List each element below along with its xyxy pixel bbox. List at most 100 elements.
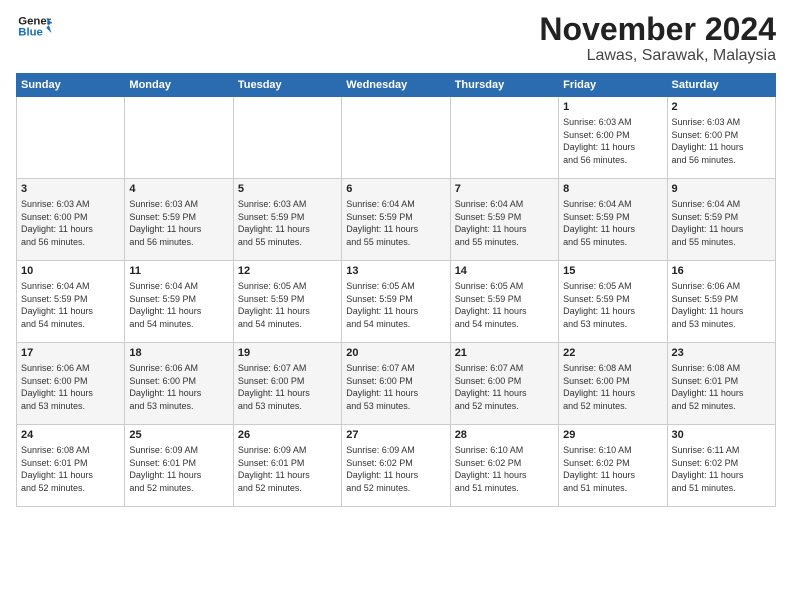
calendar-cell: 19Sunrise: 6:07 AM Sunset: 6:00 PM Dayli…: [233, 343, 341, 425]
calendar-cell: 5Sunrise: 6:03 AM Sunset: 5:59 PM Daylig…: [233, 179, 341, 261]
calendar-cell: 7Sunrise: 6:04 AM Sunset: 5:59 PM Daylig…: [450, 179, 558, 261]
svg-text:Blue: Blue: [18, 27, 43, 39]
day-number: 27: [346, 428, 445, 443]
calendar-cell: 30Sunrise: 6:11 AM Sunset: 6:02 PM Dayli…: [667, 425, 775, 507]
week-row-2: 3Sunrise: 6:03 AM Sunset: 6:00 PM Daylig…: [17, 179, 776, 261]
day-info: Sunrise: 6:05 AM Sunset: 5:59 PM Dayligh…: [238, 280, 337, 330]
day-info: Sunrise: 6:09 AM Sunset: 6:02 PM Dayligh…: [346, 444, 445, 494]
calendar-cell: 21Sunrise: 6:07 AM Sunset: 6:00 PM Dayli…: [450, 343, 558, 425]
week-row-3: 10Sunrise: 6:04 AM Sunset: 5:59 PM Dayli…: [17, 261, 776, 343]
day-number: 19: [238, 346, 337, 361]
calendar-cell: 16Sunrise: 6:06 AM Sunset: 5:59 PM Dayli…: [667, 261, 775, 343]
week-row-1: 1Sunrise: 6:03 AM Sunset: 6:00 PM Daylig…: [17, 97, 776, 179]
day-info: Sunrise: 6:07 AM Sunset: 6:00 PM Dayligh…: [346, 362, 445, 412]
day-info: Sunrise: 6:04 AM Sunset: 5:59 PM Dayligh…: [672, 198, 771, 248]
calendar-cell: 23Sunrise: 6:08 AM Sunset: 6:01 PM Dayli…: [667, 343, 775, 425]
calendar-cell: 11Sunrise: 6:04 AM Sunset: 5:59 PM Dayli…: [125, 261, 233, 343]
weekday-header-wednesday: Wednesday: [342, 74, 450, 97]
calendar-cell: 15Sunrise: 6:05 AM Sunset: 5:59 PM Dayli…: [559, 261, 667, 343]
weekday-header-sunday: Sunday: [17, 74, 125, 97]
day-number: 21: [455, 346, 554, 361]
calendar-cell: 28Sunrise: 6:10 AM Sunset: 6:02 PM Dayli…: [450, 425, 558, 507]
day-info: Sunrise: 6:06 AM Sunset: 5:59 PM Dayligh…: [672, 280, 771, 330]
day-number: 11: [129, 264, 228, 279]
calendar-cell: 26Sunrise: 6:09 AM Sunset: 6:01 PM Dayli…: [233, 425, 341, 507]
day-number: 16: [672, 264, 771, 279]
day-number: 1: [563, 100, 662, 115]
day-number: 4: [129, 182, 228, 197]
day-number: 23: [672, 346, 771, 361]
day-number: 22: [563, 346, 662, 361]
calendar-cell: 17Sunrise: 6:06 AM Sunset: 6:00 PM Dayli…: [17, 343, 125, 425]
day-number: 12: [238, 264, 337, 279]
week-row-4: 17Sunrise: 6:06 AM Sunset: 6:00 PM Dayli…: [17, 343, 776, 425]
calendar-cell: [342, 97, 450, 179]
calendar-cell: [17, 97, 125, 179]
calendar-cell: 3Sunrise: 6:03 AM Sunset: 6:00 PM Daylig…: [17, 179, 125, 261]
day-number: 30: [672, 428, 771, 443]
day-info: Sunrise: 6:10 AM Sunset: 6:02 PM Dayligh…: [563, 444, 662, 494]
calendar-table: SundayMondayTuesdayWednesdayThursdayFrid…: [16, 73, 776, 507]
day-info: Sunrise: 6:08 AM Sunset: 6:01 PM Dayligh…: [21, 444, 120, 494]
calendar-cell: [233, 97, 341, 179]
weekday-header-monday: Monday: [125, 74, 233, 97]
day-info: Sunrise: 6:08 AM Sunset: 6:01 PM Dayligh…: [672, 362, 771, 412]
day-info: Sunrise: 6:03 AM Sunset: 6:00 PM Dayligh…: [563, 116, 662, 166]
calendar-cell: 1Sunrise: 6:03 AM Sunset: 6:00 PM Daylig…: [559, 97, 667, 179]
day-number: 28: [455, 428, 554, 443]
day-info: Sunrise: 6:04 AM Sunset: 5:59 PM Dayligh…: [129, 280, 228, 330]
calendar-cell: 25Sunrise: 6:09 AM Sunset: 6:01 PM Dayli…: [125, 425, 233, 507]
svg-text:General: General: [18, 15, 52, 27]
day-info: Sunrise: 6:10 AM Sunset: 6:02 PM Dayligh…: [455, 444, 554, 494]
calendar-cell: 18Sunrise: 6:06 AM Sunset: 6:00 PM Dayli…: [125, 343, 233, 425]
title-block: November 2024 Lawas, Sarawak, Malaysia: [539, 12, 776, 65]
calendar-cell: 8Sunrise: 6:04 AM Sunset: 5:59 PM Daylig…: [559, 179, 667, 261]
day-info: Sunrise: 6:07 AM Sunset: 6:00 PM Dayligh…: [455, 362, 554, 412]
page-container: General Blue November 2024 Lawas, Sarawa…: [0, 0, 792, 515]
day-info: Sunrise: 6:04 AM Sunset: 5:59 PM Dayligh…: [455, 198, 554, 248]
day-number: 9: [672, 182, 771, 197]
weekday-header-tuesday: Tuesday: [233, 74, 341, 97]
day-info: Sunrise: 6:03 AM Sunset: 5:59 PM Dayligh…: [129, 198, 228, 248]
calendar-cell: 4Sunrise: 6:03 AM Sunset: 5:59 PM Daylig…: [125, 179, 233, 261]
calendar-cell: 6Sunrise: 6:04 AM Sunset: 5:59 PM Daylig…: [342, 179, 450, 261]
calendar-cell: 29Sunrise: 6:10 AM Sunset: 6:02 PM Dayli…: [559, 425, 667, 507]
location-title: Lawas, Sarawak, Malaysia: [539, 47, 776, 65]
day-number: 2: [672, 100, 771, 115]
month-title: November 2024: [539, 12, 776, 47]
week-row-5: 24Sunrise: 6:08 AM Sunset: 6:01 PM Dayli…: [17, 425, 776, 507]
calendar-cell: 24Sunrise: 6:08 AM Sunset: 6:01 PM Dayli…: [17, 425, 125, 507]
logo-icon: General Blue: [16, 12, 52, 40]
weekday-header-thursday: Thursday: [450, 74, 558, 97]
day-info: Sunrise: 6:03 AM Sunset: 5:59 PM Dayligh…: [238, 198, 337, 248]
calendar-cell: 27Sunrise: 6:09 AM Sunset: 6:02 PM Dayli…: [342, 425, 450, 507]
day-number: 17: [21, 346, 120, 361]
day-info: Sunrise: 6:09 AM Sunset: 6:01 PM Dayligh…: [129, 444, 228, 494]
day-info: Sunrise: 6:06 AM Sunset: 6:00 PM Dayligh…: [21, 362, 120, 412]
day-info: Sunrise: 6:03 AM Sunset: 6:00 PM Dayligh…: [21, 198, 120, 248]
day-number: 24: [21, 428, 120, 443]
day-info: Sunrise: 6:04 AM Sunset: 5:59 PM Dayligh…: [21, 280, 120, 330]
day-info: Sunrise: 6:05 AM Sunset: 5:59 PM Dayligh…: [563, 280, 662, 330]
day-number: 26: [238, 428, 337, 443]
day-number: 6: [346, 182, 445, 197]
calendar-cell: 14Sunrise: 6:05 AM Sunset: 5:59 PM Dayli…: [450, 261, 558, 343]
day-number: 3: [21, 182, 120, 197]
day-info: Sunrise: 6:04 AM Sunset: 5:59 PM Dayligh…: [346, 198, 445, 248]
day-info: Sunrise: 6:09 AM Sunset: 6:01 PM Dayligh…: [238, 444, 337, 494]
day-info: Sunrise: 6:05 AM Sunset: 5:59 PM Dayligh…: [455, 280, 554, 330]
day-info: Sunrise: 6:06 AM Sunset: 6:00 PM Dayligh…: [129, 362, 228, 412]
calendar-cell: 12Sunrise: 6:05 AM Sunset: 5:59 PM Dayli…: [233, 261, 341, 343]
day-number: 13: [346, 264, 445, 279]
calendar-cell: 9Sunrise: 6:04 AM Sunset: 5:59 PM Daylig…: [667, 179, 775, 261]
day-number: 8: [563, 182, 662, 197]
day-number: 20: [346, 346, 445, 361]
day-info: Sunrise: 6:04 AM Sunset: 5:59 PM Dayligh…: [563, 198, 662, 248]
calendar-cell: 20Sunrise: 6:07 AM Sunset: 6:00 PM Dayli…: [342, 343, 450, 425]
day-number: 5: [238, 182, 337, 197]
day-info: Sunrise: 6:11 AM Sunset: 6:02 PM Dayligh…: [672, 444, 771, 494]
day-number: 15: [563, 264, 662, 279]
day-number: 7: [455, 182, 554, 197]
calendar-cell: 22Sunrise: 6:08 AM Sunset: 6:00 PM Dayli…: [559, 343, 667, 425]
weekday-header-row: SundayMondayTuesdayWednesdayThursdayFrid…: [17, 74, 776, 97]
